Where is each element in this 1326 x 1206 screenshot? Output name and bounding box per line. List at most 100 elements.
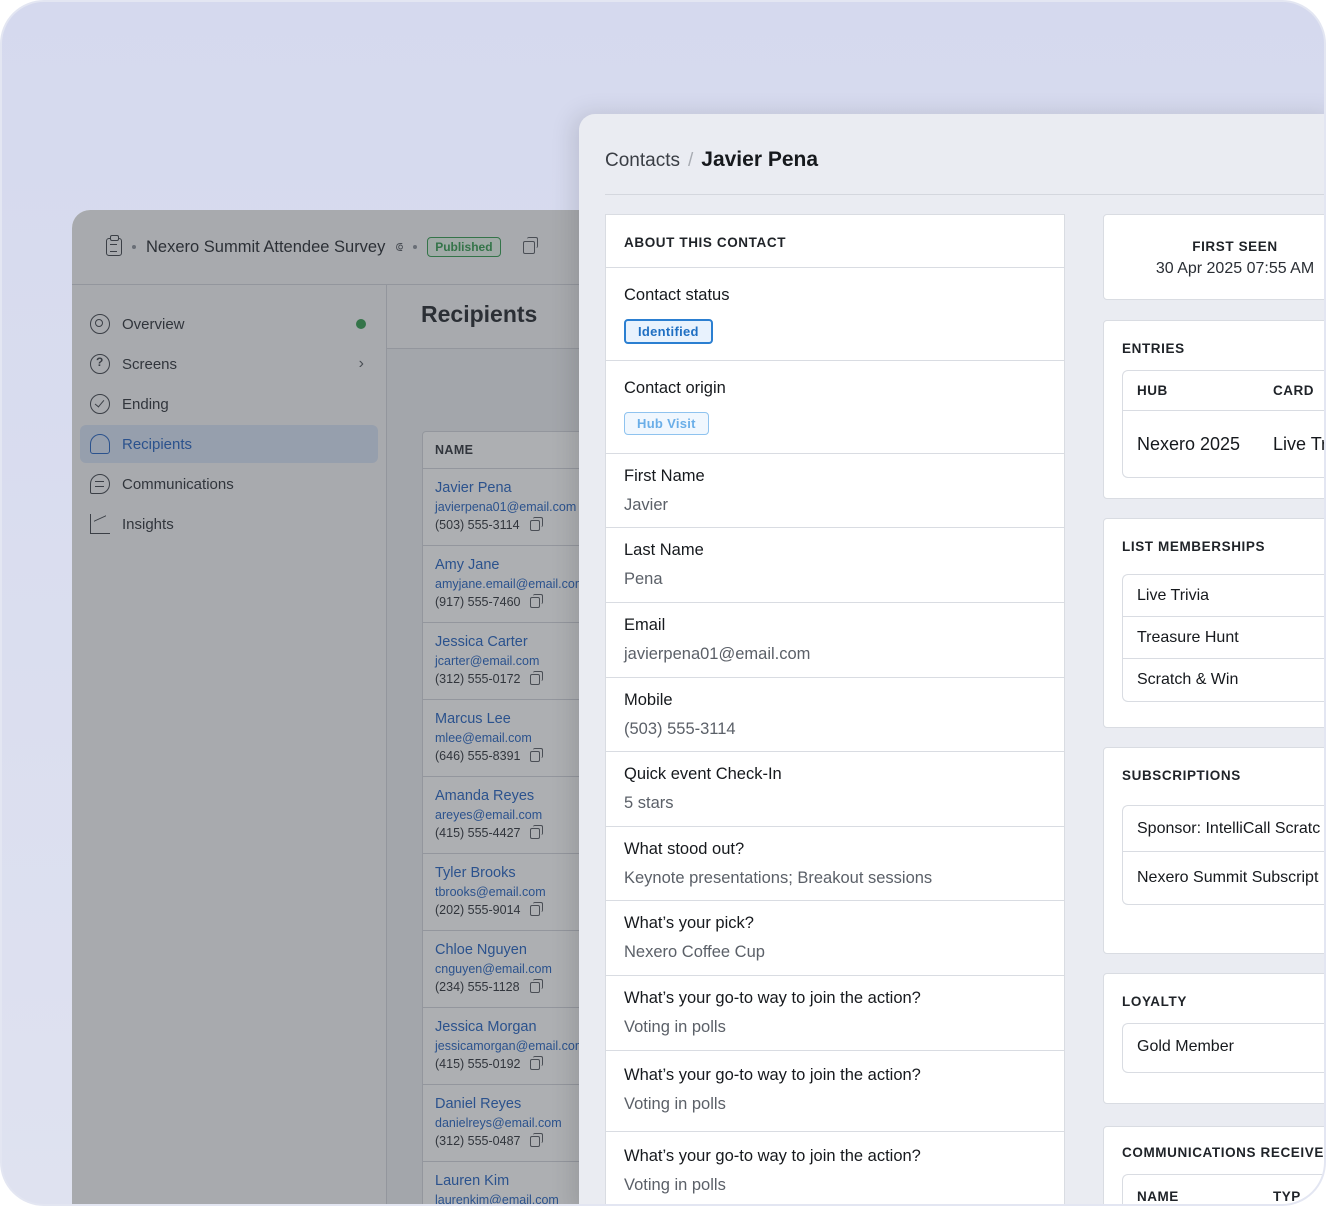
tag-icon[interactable]: ⟃ <box>395 239 403 255</box>
card-title: FIRST SEEN <box>1192 239 1278 254</box>
users-icon <box>90 434 110 454</box>
list-item[interactable]: Treasure Hunt <box>1123 617 1324 659</box>
join-action-field: What’s your go-to way to join the action… <box>606 1132 1064 1204</box>
card-title: LOYALTY <box>1122 994 1187 1009</box>
sidebar-item-label: Recipients <box>122 435 193 453</box>
first-seen-value: 30 Apr 2025 07:55 AM <box>1155 260 1315 277</box>
breadcrumb: Contacts / Javier Pena <box>605 148 818 172</box>
recipient-phone: (202) 555-9014 <box>435 903 521 917</box>
copy-icon[interactable] <box>530 670 544 685</box>
sidebar-item-insights[interactable]: Insights <box>80 505 378 543</box>
sidebar-item-communications[interactable]: Communications <box>80 465 378 503</box>
about-contact-card: ABOUT THIS CONTACT Contact status Identi… <box>605 214 1065 1204</box>
sidebar-item-ending[interactable]: Ending <box>80 385 378 423</box>
field-value: Keynote presentations; Breakout sessions <box>624 869 933 887</box>
entries-table: HUB CARD Nexero 2025 Live Tr <box>1122 370 1326 478</box>
loyalty-box: Gold Member <box>1122 1023 1324 1073</box>
subscriptions-card: SUBSCRIPTIONS Sponsor: IntelliCall Scrat… <box>1103 747 1324 954</box>
column-header-type[interactable]: TYP <box>1259 1175 1315 1204</box>
published-badge: Published <box>427 237 501 257</box>
sidebar-item-overview[interactable]: Overview <box>80 305 378 343</box>
list-item[interactable]: Nexero Summit Subscript <box>1123 852 1324 904</box>
breadcrumb-separator: / <box>687 150 694 171</box>
card-title: ABOUT THIS CONTACT <box>606 215 1064 268</box>
field-label: What’s your go-to way to join the action… <box>624 989 921 1007</box>
field-label: What stood out? <box>624 840 745 858</box>
card-title: SUBSCRIPTIONS <box>1122 768 1241 783</box>
list-item[interactable]: Sponsor: IntelliCall Scratc <box>1123 806 1324 852</box>
entry-hub: Nexero 2025 <box>1137 433 1241 454</box>
loyalty-card: LOYALTY Gold Member <box>1103 973 1324 1104</box>
clipboard-icon <box>106 235 122 256</box>
recipient-phone: (917) 555-7460 <box>435 595 521 609</box>
status-dot <box>356 319 366 329</box>
survey-title[interactable]: Nexero Summit Attendee Survey <box>146 238 385 257</box>
card-title: LIST MEMBERSHIPS <box>1122 539 1266 554</box>
field-value: 5 stars <box>624 794 674 812</box>
field-value: Voting in polls <box>624 1176 726 1194</box>
divider <box>605 194 1324 195</box>
field-label: Quick event Check-In <box>624 765 782 783</box>
app-frame: Nexero Summit Attendee Survey ⟃ Publishe… <box>0 0 1326 1206</box>
card-title: ENTRIES <box>1122 341 1185 356</box>
communications-table: NAME TYP <box>1122 1174 1324 1204</box>
field-value: Nexero Coffee Cup <box>624 943 765 961</box>
field-value: (503) 555-3114 <box>624 720 736 738</box>
sidebar-item-label: Ending <box>122 395 169 413</box>
sidebar-item-label: Communications <box>122 475 234 493</box>
field-value: javierpena01@email.com <box>624 645 811 663</box>
field-label: Mobile <box>624 691 673 709</box>
copy-icon[interactable] <box>530 747 544 762</box>
copy-icon[interactable] <box>530 593 544 608</box>
recipient-phone: (415) 555-0192 <box>435 1057 521 1071</box>
copy-icon[interactable] <box>530 824 544 839</box>
contact-origin-field: Contact origin Hub Visit <box>606 361 1064 454</box>
first-name-field: First Name Javier <box>606 454 1064 528</box>
pick-field: What’s your pick? Nexero Coffee Cup <box>606 901 1064 976</box>
sidebar-item-recipients[interactable]: Recipients <box>80 425 378 463</box>
field-label: What’s your go-to way to join the action… <box>624 1066 921 1084</box>
field-label: Contact origin <box>624 379 726 397</box>
sidebar-item-label: Screens <box>122 355 178 373</box>
table-row[interactable]: Nexero 2025 Live Tr <box>1123 411 1326 477</box>
copy-icon[interactable] <box>529 978 543 993</box>
last-name-field: Last Name Pena <box>606 528 1064 603</box>
recipient-phone: (234) 555-1128 <box>435 980 520 994</box>
first-seen-card: FIRST SEEN 30 Apr 2025 07:55 AM <box>1103 214 1324 300</box>
list-item[interactable]: Live Trivia <box>1123 575 1324 617</box>
recipient-phone: (312) 555-0487 <box>435 1134 521 1148</box>
breadcrumb-current: Javier Pena <box>701 148 819 171</box>
field-label: What’s your pick? <box>624 914 754 932</box>
field-label: Contact status <box>624 286 730 304</box>
entry-card: Live Tr <box>1273 433 1326 454</box>
copy-icon[interactable] <box>530 1055 544 1070</box>
list-item[interactable]: Scratch & Win <box>1123 659 1324 701</box>
column-header-card[interactable]: CARD <box>1259 371 1324 410</box>
list-memberships: Live Trivia Treasure Hunt Scratch & Win <box>1122 574 1324 702</box>
field-label: Last Name <box>624 541 704 559</box>
separator-dot <box>413 245 418 249</box>
field-label: What’s your go-to way to join the action… <box>624 1147 921 1165</box>
chevron-right-icon[interactable]: › <box>359 355 364 373</box>
copy-icon[interactable] <box>530 1132 544 1147</box>
entries-card: ENTRIES HUB CARD Nexero 2025 Live Tr <box>1103 320 1326 499</box>
field-label: Email <box>624 616 666 634</box>
copy-icon[interactable] <box>522 236 538 254</box>
copy-icon[interactable] <box>530 901 544 916</box>
check-in-field: Quick event Check-In 5 stars <box>606 752 1064 827</box>
separator-dot <box>132 245 136 249</box>
column-header-name[interactable]: NAME <box>1123 1175 1259 1204</box>
field-value: Voting in polls <box>624 1095 726 1113</box>
field-value: Javier <box>624 496 669 514</box>
origin-badge: Hub Visit <box>624 412 709 435</box>
copy-icon[interactable] <box>529 516 543 531</box>
contact-panel: Contacts / Javier Pena ABOUT THIS CONTAC… <box>579 114 1326 1204</box>
recipient-phone: (415) 555-4427 <box>435 826 521 840</box>
chart-icon <box>90 514 110 534</box>
mobile-field: Mobile (503) 555-3114 <box>606 678 1064 752</box>
column-header-hub[interactable]: HUB <box>1123 371 1259 410</box>
overview-icon <box>90 314 110 334</box>
breadcrumb-contacts[interactable]: Contacts <box>605 150 680 172</box>
card-title: COMMUNICATIONS RECEIVED <box>1122 1145 1326 1160</box>
sidebar-item-screens[interactable]: Screens › <box>80 345 378 383</box>
